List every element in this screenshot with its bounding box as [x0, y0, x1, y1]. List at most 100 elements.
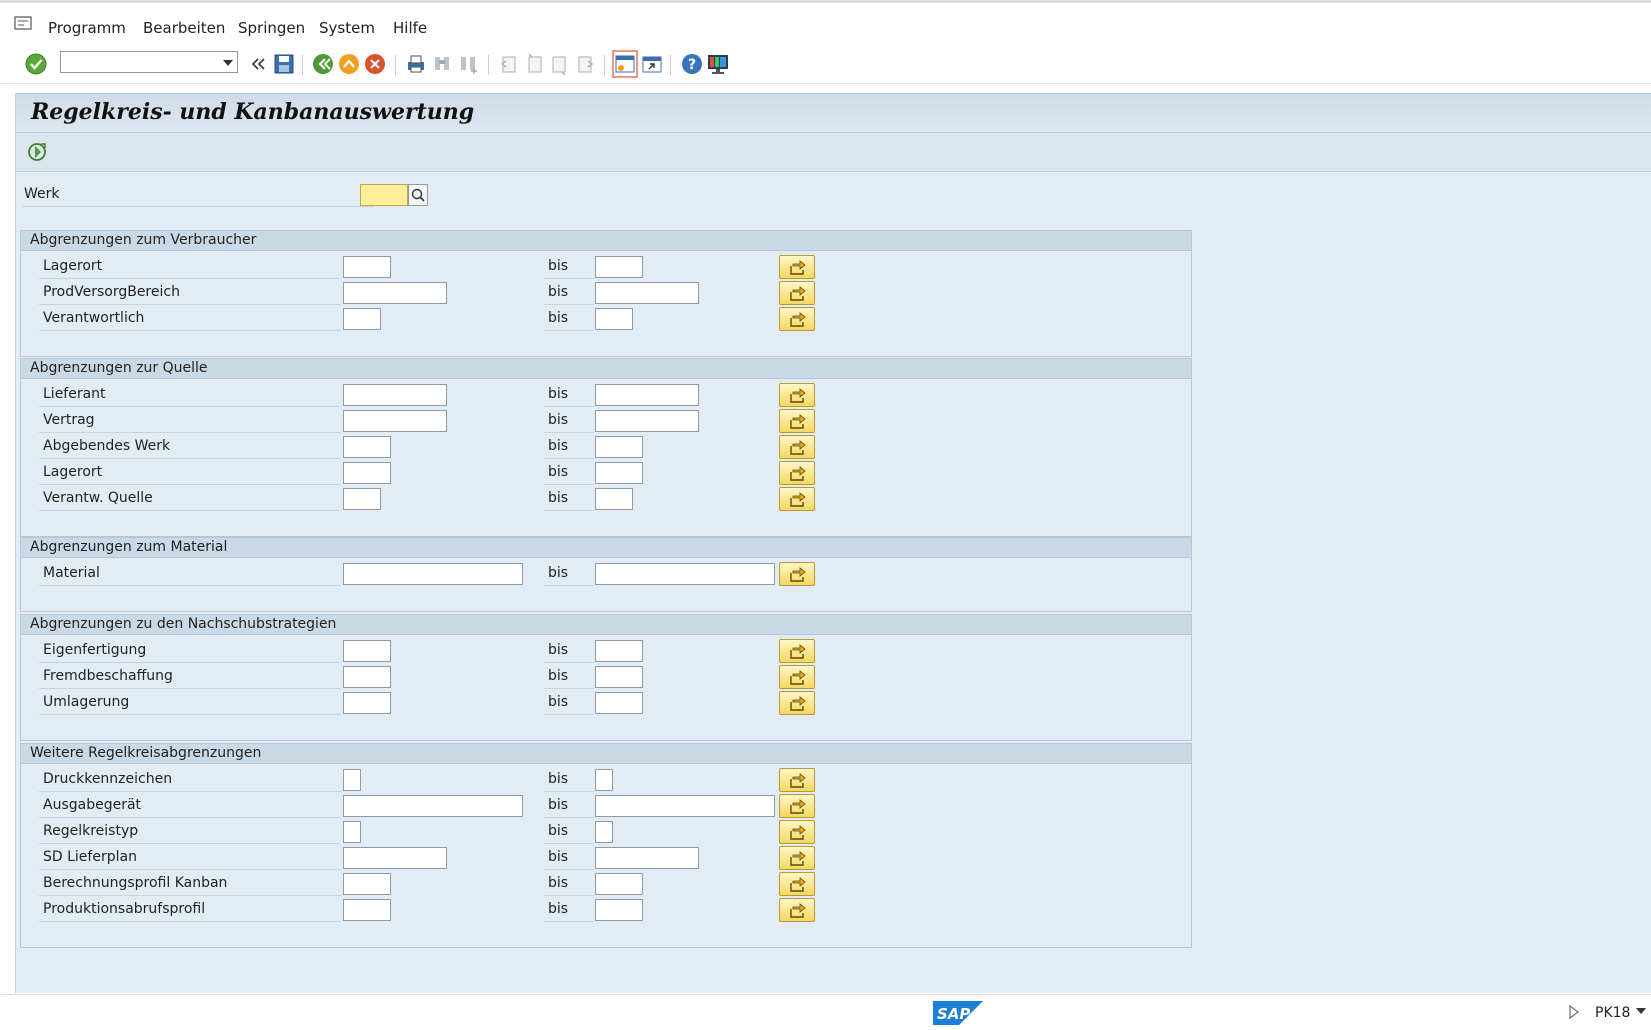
- range-to-input[interactable]: [595, 563, 775, 585]
- menu-springen[interactable]: Springen: [238, 19, 305, 37]
- multiple-selection-button[interactable]: [779, 898, 815, 922]
- print-icon[interactable]: [404, 52, 428, 76]
- customize-layout-icon[interactable]: [706, 52, 730, 76]
- save-icon[interactable]: [272, 52, 296, 76]
- enter-icon[interactable]: [24, 52, 48, 76]
- multiple-selection-button[interactable]: [779, 665, 815, 689]
- previous-page-icon[interactable]: [522, 52, 546, 76]
- first-page-icon[interactable]: [496, 52, 520, 76]
- bis-underline: [544, 458, 594, 459]
- range-to-input[interactable]: [595, 436, 643, 458]
- cancel-icon[interactable]: [363, 52, 387, 76]
- range-to-input[interactable]: [595, 899, 643, 921]
- menu-hilfe[interactable]: Hilfe: [393, 19, 427, 37]
- range-to-input[interactable]: [595, 308, 633, 330]
- multiple-selection-button[interactable]: [779, 383, 815, 407]
- multiple-selection-button[interactable]: [779, 409, 815, 433]
- range-from-input[interactable]: [343, 899, 391, 921]
- range-from-input[interactable]: [343, 282, 447, 304]
- bis-underline: [544, 406, 594, 407]
- range-to-input[interactable]: [595, 256, 643, 278]
- range-to-input[interactable]: [595, 462, 643, 484]
- find-next-icon[interactable]: [456, 52, 480, 76]
- range-to-label: bis: [548, 310, 569, 326]
- range-to-input[interactable]: [595, 847, 699, 869]
- range-from-input[interactable]: [343, 873, 391, 895]
- multiple-selection-button[interactable]: [779, 461, 815, 485]
- help-icon[interactable]: ?: [680, 52, 704, 76]
- multiple-selection-arrow-icon: [790, 903, 806, 918]
- bis-underline: [544, 278, 594, 279]
- range-to-input[interactable]: [595, 666, 643, 688]
- range-from-input[interactable]: [343, 436, 391, 458]
- werk-search-help[interactable]: [408, 184, 428, 206]
- range-to-input[interactable]: [595, 488, 633, 510]
- field-label: Regelkreistyp: [43, 823, 139, 839]
- range-from-input[interactable]: [343, 256, 391, 278]
- bis-underline: [544, 895, 594, 896]
- range-to-input[interactable]: [595, 821, 613, 843]
- multiple-selection-button[interactable]: [779, 435, 815, 459]
- multiple-selection-arrow-icon: [790, 414, 806, 429]
- multiple-selection-button[interactable]: [779, 820, 815, 844]
- range-to-input[interactable]: [595, 692, 643, 714]
- multiple-selection-button[interactable]: [779, 281, 815, 305]
- range-from-input[interactable]: [343, 488, 381, 510]
- multiple-selection-button[interactable]: [779, 307, 815, 331]
- multiple-selection-button[interactable]: [779, 872, 815, 896]
- collapse-icon[interactable]: [246, 52, 270, 76]
- range-to-input[interactable]: [595, 640, 643, 662]
- multiple-selection-button[interactable]: [779, 768, 815, 792]
- multiple-selection-button[interactable]: [779, 255, 815, 279]
- find-icon[interactable]: [430, 52, 454, 76]
- command-dropdown-icon[interactable]: [223, 60, 233, 66]
- create-session-icon[interactable]: [612, 50, 638, 78]
- range-from-input[interactable]: [343, 384, 447, 406]
- field-label: Fremdbeschaffung: [43, 668, 173, 684]
- menu-programm[interactable]: Programm: [48, 19, 126, 37]
- range-from-input[interactable]: [343, 692, 391, 714]
- werk-input[interactable]: [360, 184, 408, 206]
- session-info-dropdown-icon[interactable]: [1636, 1008, 1646, 1014]
- exit-icon[interactable]: [337, 52, 361, 76]
- multiple-selection-button[interactable]: [779, 691, 815, 715]
- last-page-icon[interactable]: [574, 52, 598, 76]
- range-from-input[interactable]: [343, 640, 391, 662]
- execute-icon[interactable]: [26, 141, 48, 163]
- menu-bearbeiten[interactable]: Bearbeiten: [143, 19, 225, 37]
- command-field[interactable]: [60, 51, 238, 73]
- range-from-input[interactable]: [343, 410, 447, 432]
- group-header: Abgrenzungen zur Quelle: [21, 359, 1191, 379]
- range-to-input[interactable]: [595, 384, 699, 406]
- range-from-input[interactable]: [343, 769, 361, 791]
- range-to-input[interactable]: [595, 410, 699, 432]
- range-to-label: bis: [548, 875, 569, 891]
- multiple-selection-arrow-icon: [790, 877, 806, 892]
- range-to-input[interactable]: [595, 282, 699, 304]
- multiple-selection-button[interactable]: [779, 487, 815, 511]
- bis-underline: [544, 585, 594, 586]
- menu-system[interactable]: System: [319, 19, 375, 37]
- range-to-input[interactable]: [595, 795, 775, 817]
- shortcut-icon[interactable]: [640, 52, 664, 76]
- range-from-input[interactable]: [343, 821, 361, 843]
- next-page-icon[interactable]: [548, 52, 572, 76]
- range-from-input[interactable]: [343, 563, 523, 585]
- multiple-selection-button[interactable]: [779, 639, 815, 663]
- multiple-selection-button[interactable]: [779, 846, 815, 870]
- back-icon[interactable]: [311, 52, 335, 76]
- multiple-selection-button[interactable]: [779, 562, 815, 586]
- range-from-input[interactable]: [343, 308, 381, 330]
- multiple-selection-button[interactable]: [779, 794, 815, 818]
- field-label: Produktionsabrufsprofil: [43, 901, 206, 917]
- range-from-input[interactable]: [343, 847, 447, 869]
- menu-icon[interactable]: [14, 16, 32, 30]
- range-to-input[interactable]: [595, 769, 613, 791]
- range-from-input[interactable]: [343, 666, 391, 688]
- status-expand-icon[interactable]: [1568, 1005, 1580, 1019]
- range-to-input[interactable]: [595, 873, 643, 895]
- range-from-input[interactable]: [343, 795, 523, 817]
- field-label: Ausgabegerät: [43, 797, 142, 813]
- range-from-input[interactable]: [343, 462, 391, 484]
- multiple-selection-arrow-icon: [790, 440, 806, 455]
